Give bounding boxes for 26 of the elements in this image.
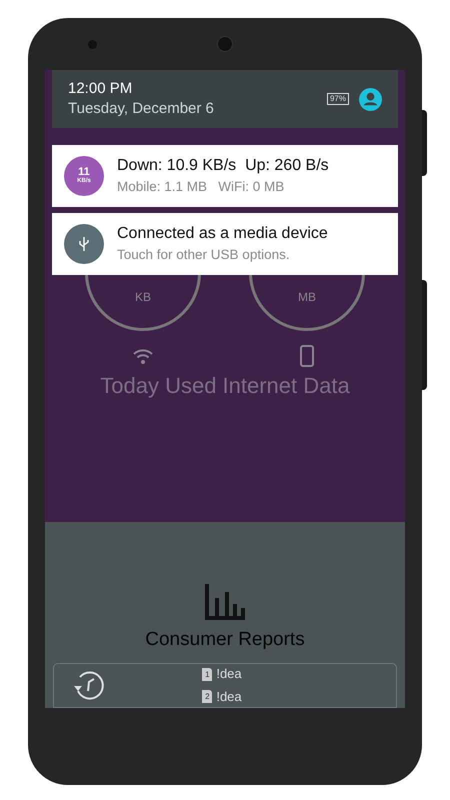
usage-title: Today Used Internet Data xyxy=(99,372,351,400)
wifi-icon xyxy=(133,348,153,364)
user-avatar-icon[interactable] xyxy=(359,88,382,110)
usb-icon xyxy=(78,236,90,252)
power-key[interactable] xyxy=(422,110,427,176)
sim-slot-icon: 2 xyxy=(202,690,212,703)
battery-indicator: 97% xyxy=(326,93,349,105)
sim-card-panel[interactable]: 1 !dea 2 !dea xyxy=(53,662,397,708)
phone-icon xyxy=(300,345,314,367)
speed-value: 11 xyxy=(78,167,90,178)
sim-operator: !dea xyxy=(216,665,242,684)
sim-slot-icon: 1 xyxy=(202,668,212,680)
clock-time: 12:00 PM xyxy=(68,79,134,99)
sim-operator: !dea xyxy=(216,688,242,706)
notification-title: Down: 10.9 KB/s Up: 260 B/s xyxy=(117,156,329,176)
notification-subtitle: Touch for other USB options. xyxy=(117,246,291,264)
reports-title: Consumer Reports xyxy=(145,628,305,652)
speaker-grille xyxy=(217,36,233,52)
gauge-unit: MB xyxy=(298,289,316,306)
bar-chart-icon xyxy=(205,584,245,620)
notification-card[interactable]: Connected as a media device Touch for other USB options. xyxy=(52,213,398,275)
notification-subtitle: Mobile: 1.1 MB WiFi: 0 MB xyxy=(117,178,286,196)
notification-title: Connected as a media device xyxy=(117,224,328,244)
gauge-unit: KB xyxy=(134,289,151,306)
date-text: Tuesday, December 6 xyxy=(68,99,215,119)
history-icon[interactable] xyxy=(72,669,106,702)
